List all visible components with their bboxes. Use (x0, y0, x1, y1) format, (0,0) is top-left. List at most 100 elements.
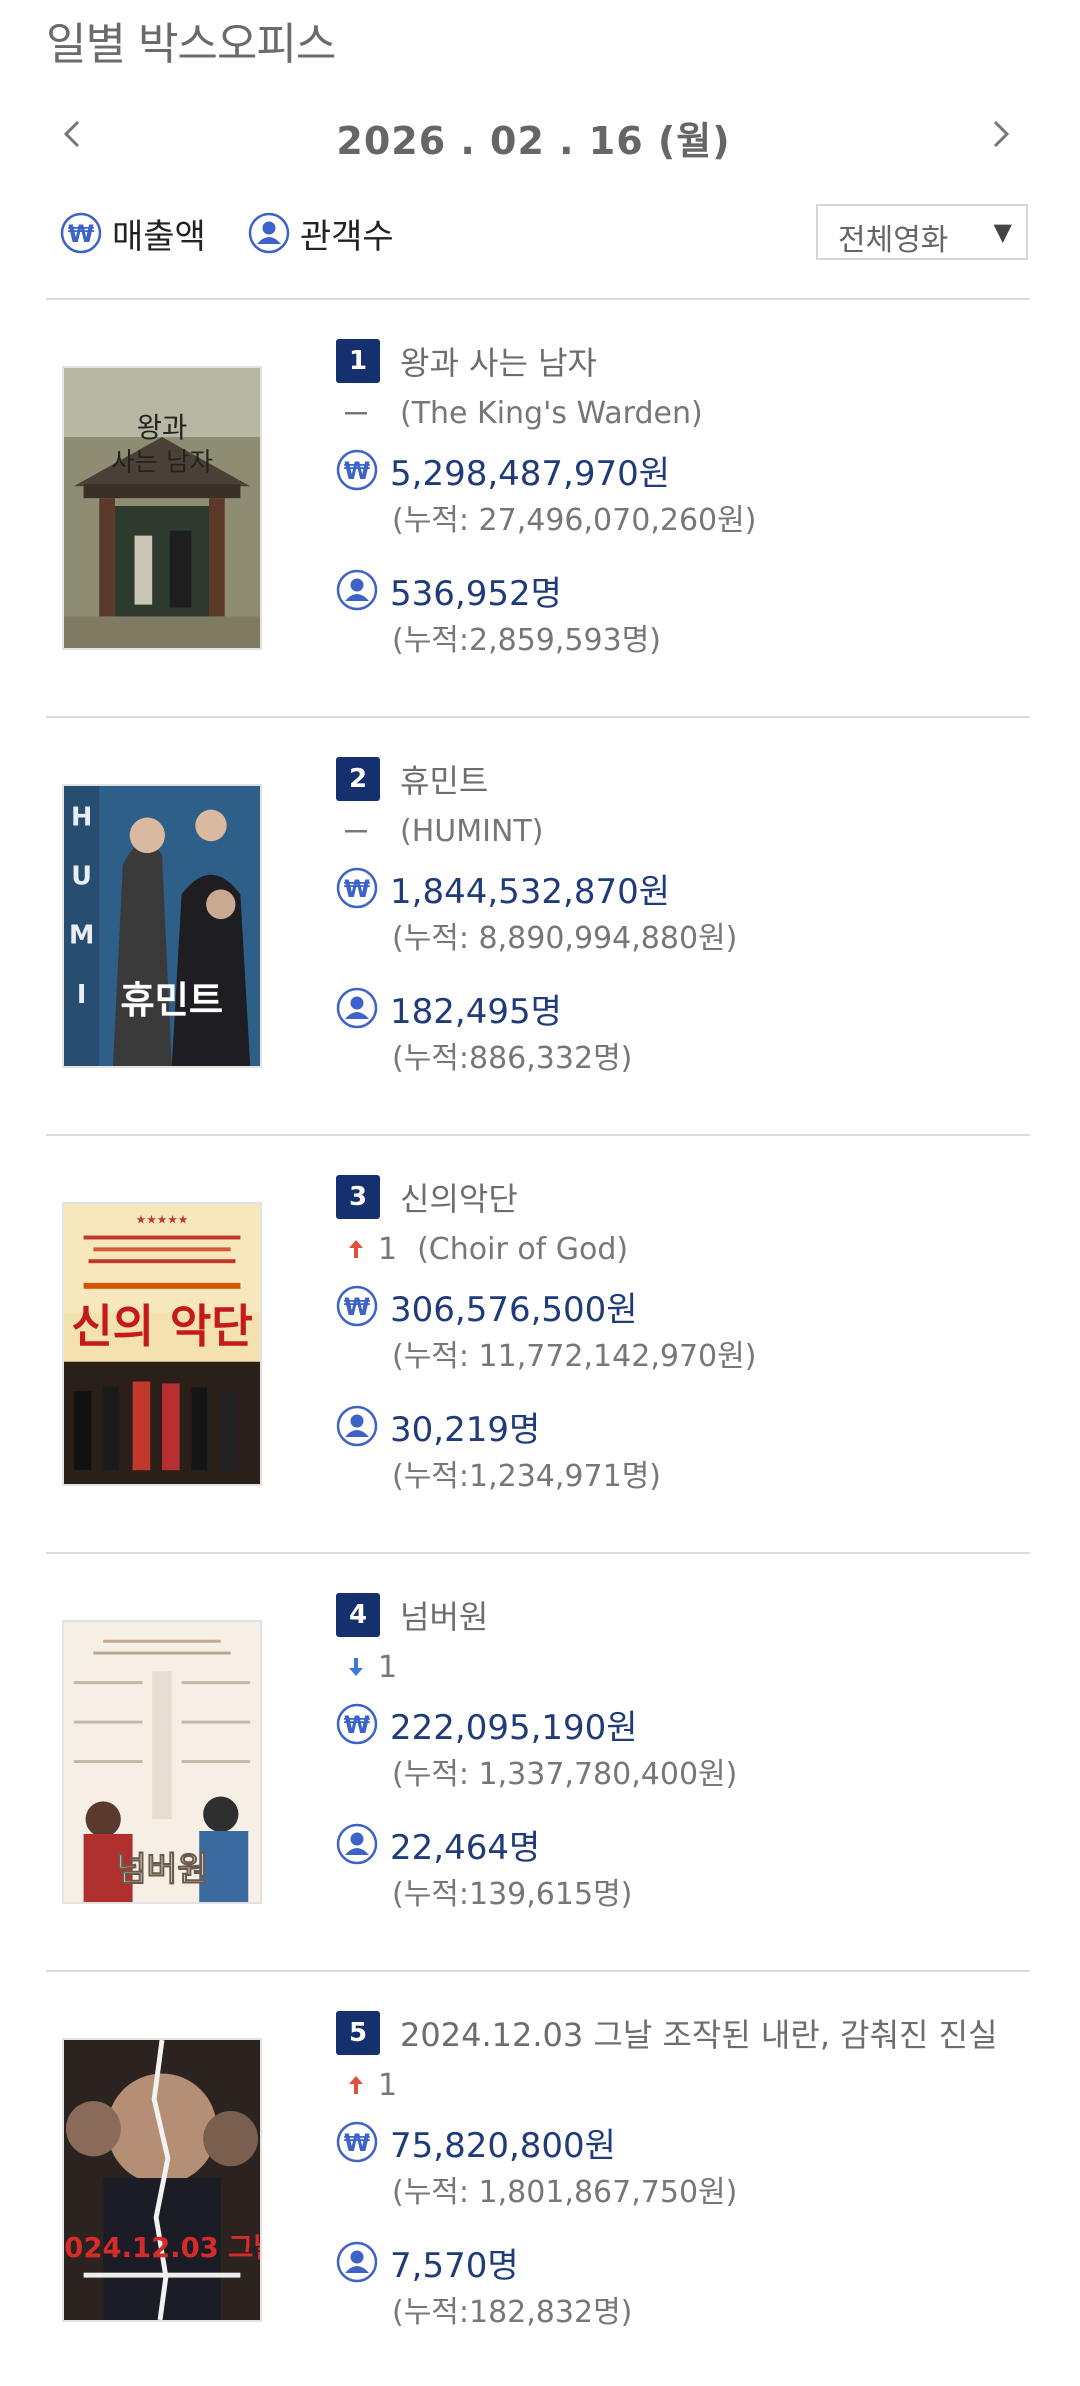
rank-change-row: 1 (336, 1640, 1026, 1694)
movie-item: 넘버원 4 넘버원 1 ₩ 222,095,190원 (누적: 1,337,78… (46, 1554, 1030, 1968)
person-icon (336, 2241, 378, 2283)
audience-row: 30,219명 (336, 1400, 1026, 1452)
movie-title[interactable]: 신의악단 (400, 1174, 518, 1220)
movie-english-title: (Choir of God) (417, 1231, 629, 1267)
svg-text:왕과: 왕과 (137, 412, 187, 444)
legend-audience: 관객수 (248, 209, 394, 258)
rank-badge: 3 (336, 1175, 380, 1219)
cumulative-revenue: (누적: 1,337,780,400원) (392, 1757, 738, 1792)
page-title: 일별 박스오피스 (46, 19, 336, 70)
cumulative-audience: (누적:1,234,971명) (392, 1459, 661, 1494)
rank-change-row: 1 (Choir of God) (336, 1222, 1026, 1276)
daily-revenue: 1,844,532,870원 (390, 871, 671, 912)
won-icon: ₩ (336, 867, 378, 909)
movie-info: 4 넘버원 1 ₩ 222,095,190원 (누적: 1,337,780,40… (336, 1590, 1026, 1920)
svg-text:2024.12.03 그날: 2024.12.03 그날 (64, 2232, 260, 2264)
daily-revenue: 75,820,800원 (390, 2125, 616, 2166)
svg-text:₩: ₩ (344, 1711, 371, 1739)
rank-row: 1 왕과 사는 남자 (336, 336, 1026, 386)
box-office-page: 일별 박스오피스 2026 . 02 . 16 (월) ₩ 매출액 관객수 전체… (0, 0, 1080, 2381)
movie-title[interactable]: 2024.12.03 그날 조작된 내란, 감춰진 진실 (400, 2010, 998, 2056)
won-icon: ₩ (336, 2121, 378, 2163)
rank-down-icon (336, 1658, 376, 1676)
rank-badge: 1 (336, 339, 380, 383)
movie-title[interactable]: 넘버원 (400, 1592, 488, 1638)
rank-row: 5 2024.12.03 그날 조작된 내란, 감춰진 진실 (336, 2008, 1026, 2058)
rank-up-icon (336, 2076, 376, 2094)
rank-change-value: 1 (378, 1649, 398, 1685)
daily-revenue: 5,298,487,970원 (390, 453, 671, 494)
svg-text:₩: ₩ (344, 2129, 371, 2157)
rank-change-row: 1 (336, 2058, 1026, 2112)
daily-audience: 182,495명 (390, 991, 562, 1032)
rank-change-value: 1 (378, 1231, 398, 1267)
revenue-row: ₩ 306,576,500원 (336, 1280, 1026, 1332)
next-day-button[interactable] (981, 114, 1021, 154)
svg-text:₩: ₩ (68, 220, 95, 248)
movie-poster[interactable]: 2024.12.03 그날 (62, 2038, 262, 2322)
person-icon (248, 212, 290, 254)
filter-selected-value: 전체영화 (838, 223, 949, 258)
movie-poster[interactable]: 넘버원 (62, 1620, 262, 1904)
rank-change-row: (The King's Warden) (336, 386, 1026, 440)
svg-text:₩: ₩ (344, 1293, 371, 1321)
daily-audience: 22,464명 (390, 1827, 541, 1868)
rank-row: 4 넘버원 (336, 1590, 1026, 1640)
movie-filter-select[interactable]: 전체영화 ▼ (816, 204, 1028, 260)
movie-poster[interactable]: ★★★★★ 신의 악단 (62, 1202, 262, 1486)
rank-badge: 2 (336, 757, 380, 801)
legend-audience-label: 관객수 (299, 216, 394, 257)
cumulative-revenue: (누적: 27,496,070,260원) (392, 503, 757, 538)
daily-audience: 536,952명 (390, 573, 562, 614)
cumulative-audience: (누적:886,332명) (392, 1041, 633, 1076)
daily-revenue: 306,576,500원 (390, 1289, 638, 1330)
svg-text:₩: ₩ (344, 457, 371, 485)
movie-item: 왕과 사는 남자 1 왕과 사는 남자 (The King's Warden) … (46, 300, 1030, 714)
movie-info: 1 왕과 사는 남자 (The King's Warden) ₩ 5,298,4… (336, 336, 1026, 666)
won-icon: ₩ (60, 212, 102, 254)
cumulative-revenue: (누적: 11,772,142,970원) (392, 1339, 757, 1374)
revenue-row: ₩ 5,298,487,970원 (336, 444, 1026, 496)
legend-revenue-label: 매출액 (112, 216, 206, 257)
movie-item: 2024.12.03 그날 5 2024.12.03 그날 조작된 내란, 감춰… (46, 1972, 1030, 2386)
rank-row: 3 신의악단 (336, 1172, 1026, 1222)
no-change-icon (336, 829, 376, 833)
daily-audience: 7,570명 (390, 2245, 519, 2286)
won-icon: ₩ (336, 1285, 378, 1327)
person-icon (336, 569, 378, 611)
won-icon: ₩ (336, 449, 378, 491)
svg-text:신의 악단: 신의 악단 (71, 1300, 253, 1353)
svg-text:휴민트: 휴민트 (120, 978, 223, 1022)
movie-title[interactable]: 휴민트 (400, 756, 488, 802)
svg-text:U: U (71, 862, 92, 892)
legend: ₩ 매출액 관객수 (60, 208, 436, 258)
svg-text:I: I (77, 980, 86, 1010)
movie-title[interactable]: 왕과 사는 남자 (400, 338, 597, 384)
rank-badge: 5 (336, 2011, 380, 2055)
svg-text:H: H (71, 802, 92, 832)
date-navigator: 2026 . 02 . 16 (월) (46, 108, 1021, 168)
dropdown-arrow-icon: ▼ (993, 218, 1012, 246)
movie-poster[interactable]: 왕과 사는 남자 (62, 366, 262, 650)
svg-text:★★★★★: ★★★★★ (136, 1213, 189, 1227)
svg-text:넘버원: 넘버원 (116, 1849, 208, 1888)
revenue-row: ₩ 1,844,532,870원 (336, 862, 1026, 914)
daily-audience: 30,219명 (390, 1409, 541, 1450)
audience-row: 182,495명 (336, 982, 1026, 1034)
audience-row: 7,570명 (336, 2236, 1026, 2288)
rank-change-row: (HUMINT) (336, 804, 1026, 858)
won-icon: ₩ (336, 1703, 378, 1745)
cumulative-audience: (누적:182,832명) (392, 2295, 633, 2330)
svg-text:M: M (69, 921, 94, 951)
rank-row: 2 휴민트 (336, 754, 1026, 804)
revenue-row: ₩ 75,820,800원 (336, 2116, 1026, 2168)
movie-item: H U M I 휴민트 2 휴민트 (HUMINT) ₩ 1,844,532,8… (46, 718, 1030, 1132)
movie-poster[interactable]: H U M I 휴민트 (62, 784, 262, 1068)
person-icon (336, 1405, 378, 1447)
cumulative-revenue: (누적: 1,801,867,750원) (392, 2175, 738, 2210)
svg-text:₩: ₩ (344, 875, 371, 903)
movie-info: 5 2024.12.03 그날 조작된 내란, 감춰진 진실 1 ₩ 75,82… (336, 2008, 1026, 2338)
person-icon (336, 1823, 378, 1865)
rank-up-icon (336, 1240, 376, 1258)
chevron-right-icon (993, 120, 1010, 148)
